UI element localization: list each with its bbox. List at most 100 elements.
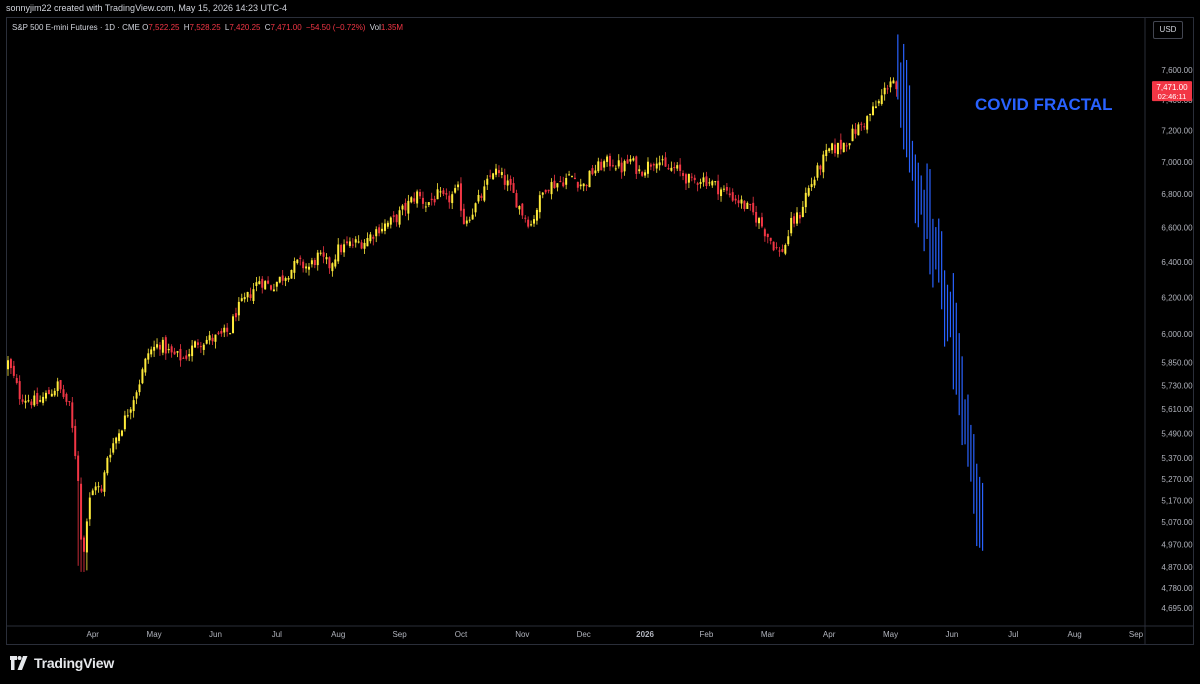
covid-fractal-annotation[interactable]: COVID FRACTAL xyxy=(975,95,1113,114)
candle-body xyxy=(56,381,59,391)
candle-body xyxy=(553,180,556,189)
candle-body xyxy=(106,457,109,474)
candle-body xyxy=(734,198,737,201)
candle-body xyxy=(161,339,164,353)
candle-body xyxy=(404,202,407,211)
candle-body xyxy=(442,190,445,195)
candle-body xyxy=(784,244,787,254)
candle-body xyxy=(825,149,828,156)
candle-body xyxy=(684,174,687,184)
candle-body xyxy=(141,369,144,384)
candle-body xyxy=(886,88,889,90)
time-axis-tick: Jul xyxy=(1008,630,1018,639)
candle-body xyxy=(573,177,576,180)
candle-body xyxy=(343,244,346,253)
candle-body xyxy=(345,241,348,244)
candle-body xyxy=(641,171,644,176)
candle-body xyxy=(103,472,106,492)
time-axis-tick: Jul xyxy=(272,630,282,639)
candle-body xyxy=(112,443,115,453)
price-axis-tick: 6,000.00 xyxy=(1161,330,1193,339)
candle-body xyxy=(214,334,217,342)
candle-body xyxy=(196,342,199,345)
candle-body xyxy=(749,204,752,206)
candle-body xyxy=(693,177,696,181)
candle-body xyxy=(182,357,185,359)
currency-selector[interactable]: USD xyxy=(1153,21,1183,39)
candle-body xyxy=(386,222,389,227)
candle-body xyxy=(626,159,629,164)
candle-body xyxy=(375,229,378,237)
candle-body xyxy=(217,332,220,334)
candle-body xyxy=(270,285,273,290)
candle-body xyxy=(866,116,869,130)
candle-body xyxy=(381,228,384,232)
candle-body xyxy=(880,95,883,104)
price-axis-tick: 5,610.00 xyxy=(1161,405,1193,414)
candle-body xyxy=(769,237,772,241)
candle-body xyxy=(194,341,197,348)
candle-body xyxy=(211,337,214,342)
candle-body xyxy=(398,210,401,225)
candle-body xyxy=(600,161,603,171)
time-axis-tick: Jun xyxy=(209,630,222,639)
candle-body xyxy=(664,157,667,167)
candle-body xyxy=(191,345,194,357)
chart-panel[interactable]: 7,600.007,400.007,200.007,000.006,800.00… xyxy=(6,17,1194,645)
candle-body xyxy=(679,164,682,171)
candle-body xyxy=(831,143,834,151)
candle-body xyxy=(851,128,854,142)
candle-body xyxy=(53,390,56,396)
candle-body xyxy=(562,182,565,187)
price-axis-tick: 6,800.00 xyxy=(1161,190,1193,199)
symbol-name[interactable]: S&P 500 E-mini Futures · 1D · CME xyxy=(12,23,140,32)
candle-body xyxy=(468,219,471,221)
candle-body xyxy=(521,203,524,216)
candle-body xyxy=(720,189,723,197)
candle-body xyxy=(854,129,857,134)
candle-body xyxy=(185,355,188,359)
time-axis-tick: 2026 xyxy=(636,630,654,639)
candle-body xyxy=(12,365,15,376)
chart-canvas[interactable]: 7,600.007,400.007,200.007,000.006,800.00… xyxy=(7,18,1193,644)
candle-body xyxy=(644,172,647,176)
candle-body xyxy=(462,208,465,225)
candle-body xyxy=(752,202,755,213)
candle-body xyxy=(448,195,451,203)
candle-body xyxy=(571,175,573,177)
candle-body xyxy=(249,294,252,299)
price-axis-tick: 5,070.00 xyxy=(1161,518,1193,527)
candle-body xyxy=(524,217,527,219)
candle-body xyxy=(208,335,211,341)
candle-body xyxy=(18,381,21,400)
candle-body xyxy=(579,184,582,187)
candle-body xyxy=(445,193,448,195)
candle-body xyxy=(828,148,831,152)
candle-body xyxy=(778,250,781,252)
candle-body xyxy=(740,199,743,204)
price-axis-tick: 5,170.00 xyxy=(1161,496,1193,505)
candle-body xyxy=(413,198,416,202)
candle-body xyxy=(883,87,886,95)
candle-body xyxy=(646,161,649,174)
candle-body xyxy=(807,188,810,196)
candle-body xyxy=(813,179,816,186)
candle-body xyxy=(717,180,720,195)
candle-body xyxy=(687,173,690,183)
tradingview-logo-icon xyxy=(10,656,28,670)
candle-body xyxy=(527,219,530,227)
candle-body xyxy=(512,183,515,193)
candle-body xyxy=(874,106,877,109)
candle-body xyxy=(229,333,232,335)
candle-body xyxy=(340,244,343,253)
candle-body xyxy=(401,205,404,210)
candle-body xyxy=(351,244,354,246)
candle-body xyxy=(576,182,579,188)
candle-body xyxy=(39,400,42,402)
candle-body xyxy=(588,170,591,188)
candle-body xyxy=(389,217,392,225)
candle-body xyxy=(234,313,237,318)
candle-body xyxy=(167,348,170,351)
candle-body xyxy=(565,178,568,185)
candle-body xyxy=(842,142,845,153)
